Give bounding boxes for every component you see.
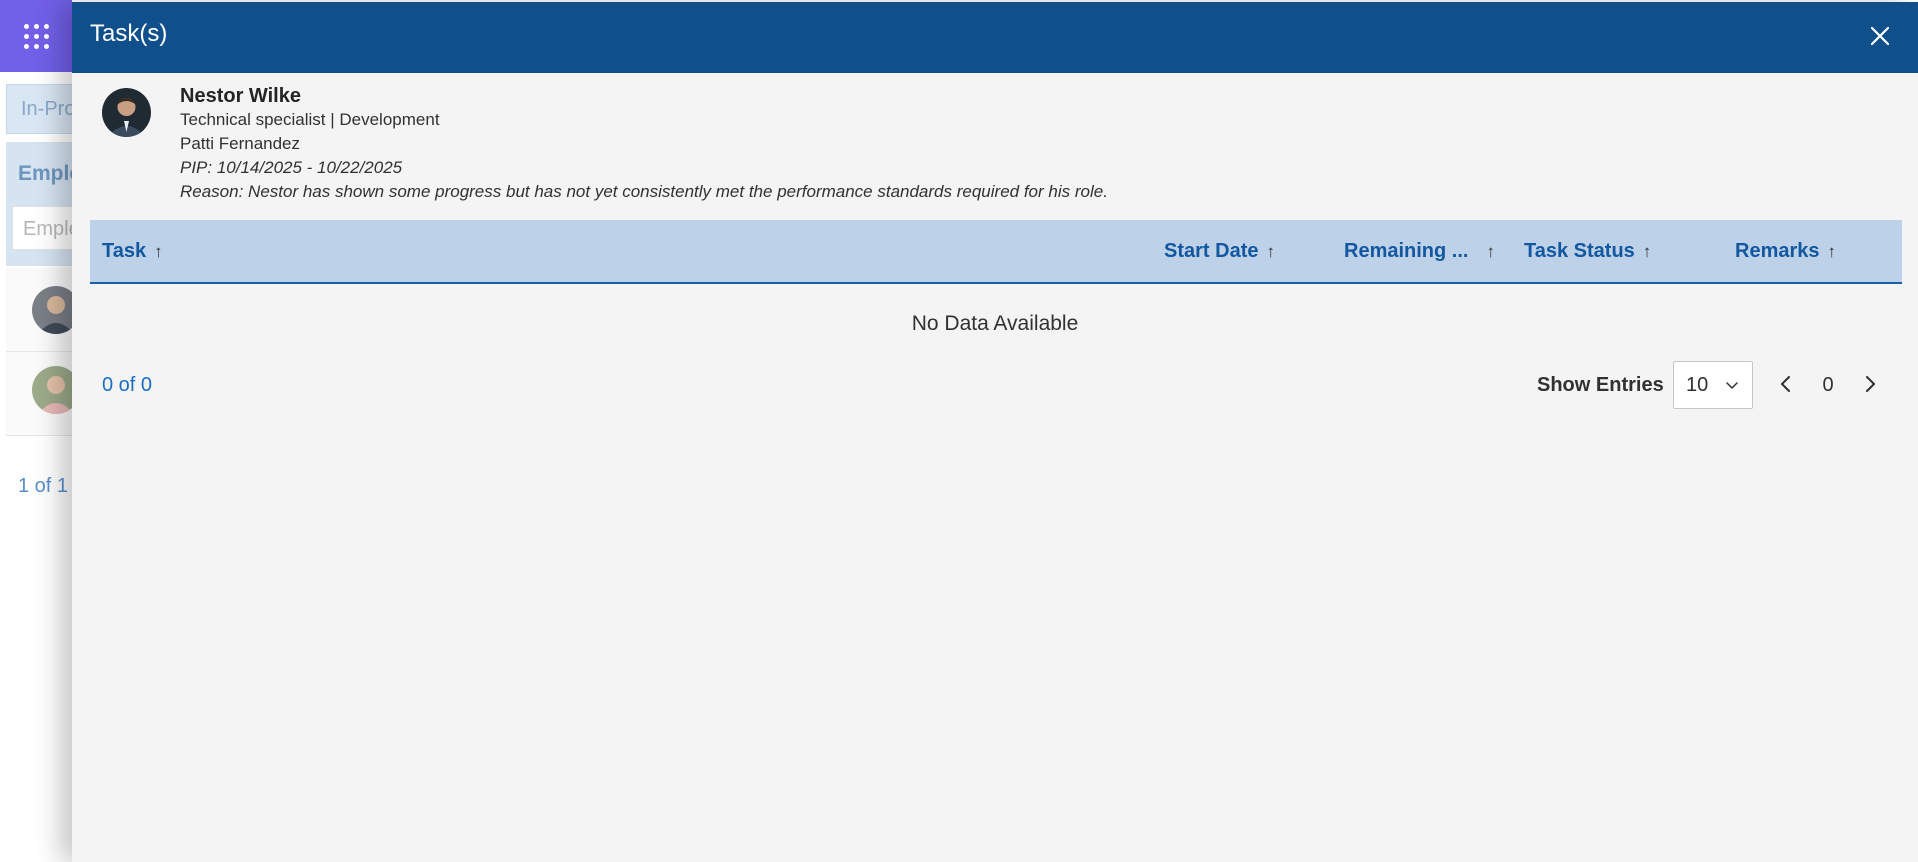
avatar <box>102 88 151 137</box>
chevron-left-icon <box>1781 376 1790 392</box>
background-pager: 1 of 1 <box>18 475 69 497</box>
entries-value: 10 <box>1686 374 1709 396</box>
column-label: Task <box>102 240 147 262</box>
panel-header: Task(s) <box>72 2 1918 73</box>
column-header-remaining[interactable]: Remaining ... ↑ <box>1344 240 1495 263</box>
close-icon <box>1870 26 1890 46</box>
sort-arrow-icon: ↑ <box>1642 241 1652 261</box>
app-launcher-button[interactable] <box>0 0 72 72</box>
column-header-task-status[interactable]: Task Status ↑ <box>1524 240 1651 263</box>
column-label: Start Date <box>1164 240 1259 262</box>
employee-manager: Patti Fernandez <box>180 134 301 153</box>
employee-name: Nestor Wilke <box>180 85 301 107</box>
column-label: Remaining ... <box>1344 240 1469 262</box>
chevron-down-icon <box>1726 382 1738 389</box>
app-launcher-icon <box>23 23 49 49</box>
sort-arrow-icon: ↑ <box>1266 241 1275 261</box>
table-header: Task ↑ Start Date ↑ Remaining ... ↑ Task… <box>90 220 1902 284</box>
employee-details: Nestor Wilke Technical specialist | Deve… <box>180 84 1108 204</box>
record-count: 0 of 0 <box>102 374 153 396</box>
panel-title: Task(s) <box>90 20 168 47</box>
sort-arrow-icon: ↑ <box>1827 241 1837 261</box>
show-entries-label: Show Entries <box>1537 374 1664 396</box>
employee-role: Technical specialist | Development <box>180 110 440 129</box>
column-header-remarks[interactable]: Remarks ↑ <box>1735 240 1836 263</box>
employee-info: Nestor Wilke Technical specialist | Deve… <box>72 82 1918 212</box>
close-button[interactable] <box>1864 20 1896 52</box>
entries-per-page-select[interactable]: 10 <box>1673 361 1753 409</box>
previous-page-button[interactable] <box>1772 370 1800 398</box>
pip-reason: Reason: Nestor has shown some progress b… <box>180 182 1108 201</box>
page-number: 0 <box>1822 374 1834 396</box>
chevron-right-icon <box>1866 376 1875 392</box>
column-header-task[interactable]: Task ↑ <box>102 240 163 263</box>
column-label: Task Status <box>1524 240 1635 262</box>
sort-arrow-icon: ↑ <box>154 241 163 261</box>
pip-dates: PIP: 10/14/2025 - 10/22/2025 <box>180 158 403 177</box>
column-header-start-date[interactable]: Start Date ↑ <box>1164 240 1275 263</box>
empty-state-text: No Data Available <box>911 312 1079 335</box>
tasks-panel: Task(s) Nestor Wilke Technical specialis… <box>72 2 1918 862</box>
sort-arrow-icon: ↑ <box>1486 241 1495 261</box>
next-page-button[interactable] <box>1856 370 1884 398</box>
column-label: Remarks <box>1735 240 1820 262</box>
